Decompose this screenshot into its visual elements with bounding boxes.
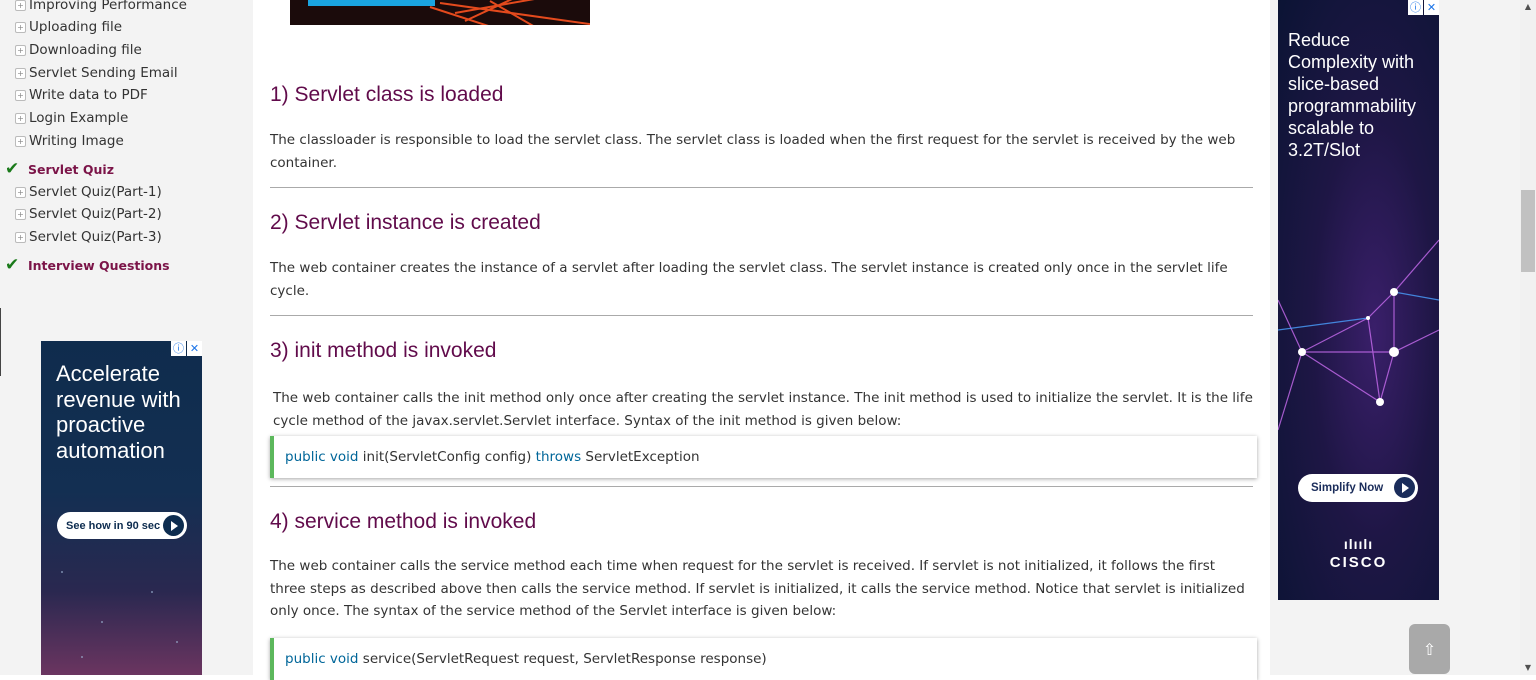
sidebar-heading-servlet-quiz[interactable]: ✔ Servlet Quiz xyxy=(5,160,114,178)
code-text: init(ServletConfig config) xyxy=(362,449,532,465)
sidebar-item-label: Downloading file xyxy=(29,42,142,58)
expand-icon: + xyxy=(15,135,26,147)
sidebar-item-label: Servlet Quiz(Part-3) xyxy=(29,229,162,245)
expand-icon: + xyxy=(15,112,26,124)
decor-dot xyxy=(176,641,178,643)
code-text: ServletException xyxy=(585,449,700,465)
decor-dot xyxy=(101,621,103,623)
left-ad-cta-label: See how in 90 sec xyxy=(66,519,161,532)
checkmark-icon: ✔ xyxy=(5,159,20,179)
section-body-instance-created: The web container creates the instance o… xyxy=(270,260,1228,299)
left-advertisement[interactable]: Accelerate revenue with proactive automa… xyxy=(41,341,202,675)
expand-icon: + xyxy=(15,67,26,79)
sidebar-item-servlet-sending-email[interactable]: + Servlet Sending Email xyxy=(15,64,178,82)
sidebar-item-improving-performance[interactable]: + Improving Performance xyxy=(15,0,187,14)
ad-choices[interactable]: ⓘ ✕ xyxy=(1408,0,1439,15)
ad-close-icon[interactable]: ✕ xyxy=(187,341,202,356)
main-content: 1) Servlet class is loaded The classload… xyxy=(253,0,1270,680)
arrow-up-icon: ⇧ xyxy=(1422,639,1437,659)
ad-choices[interactable]: ⓘ ✕ xyxy=(171,341,202,356)
code-text: service(ServletRequest request, ServletR… xyxy=(362,651,767,667)
decor-dot xyxy=(81,656,83,658)
expand-icon: + xyxy=(15,0,26,11)
ad-info-icon[interactable]: ⓘ xyxy=(171,341,186,356)
decor-dot xyxy=(151,591,153,593)
section-heading-instance-created: 2) Servlet instance is created xyxy=(270,211,541,234)
sidebar-item-label: Servlet Sending Email xyxy=(29,65,178,81)
left-ad-text: Accelerate revenue with proactive automa… xyxy=(56,361,181,463)
right-ad-text: Reduce Complexity with slice-based progr… xyxy=(1288,30,1417,160)
sidebar-item-quiz-part-1[interactable]: + Servlet Quiz(Part-1) xyxy=(15,183,162,201)
scrollbar-thumb[interactable] xyxy=(1521,190,1535,272)
code-keyword: void xyxy=(329,651,359,667)
code-block-service: public void service(ServletRequest reque… xyxy=(270,638,1257,680)
sidebar-item-label: Login Example xyxy=(29,110,129,126)
section-heading-class-loaded: 1) Servlet class is loaded xyxy=(270,83,504,106)
divider xyxy=(270,187,1253,188)
sidebar-item-quiz-part-3[interactable]: + Servlet Quiz(Part-3) xyxy=(15,228,162,246)
expand-icon: + xyxy=(15,208,26,220)
checkmark-icon: ✔ xyxy=(5,255,20,275)
sidebar-item-uploading-file[interactable]: + Uploading file xyxy=(15,18,122,36)
cisco-logo-text: CISCO xyxy=(1329,554,1388,571)
sidebar-item-label: Uploading file xyxy=(29,19,123,35)
right-ad-cta-button[interactable]: Simplify Now xyxy=(1298,474,1418,502)
section-body-service-invoked: The web container calls the service meth… xyxy=(270,558,1245,619)
divider xyxy=(270,315,1253,316)
expand-icon: + xyxy=(15,21,26,33)
sidebar-item-write-data-to-pdf[interactable]: + Write data to PDF xyxy=(15,86,148,104)
sidebar-heading-label: Interview Questions xyxy=(28,257,170,273)
code-keyword: public xyxy=(285,449,326,465)
banner-image[interactable] xyxy=(290,0,590,25)
sidebar-heading-label: Servlet Quiz xyxy=(28,161,114,177)
expand-icon: + xyxy=(15,44,26,56)
sidebar-item-downloading-file[interactable]: + Downloading file xyxy=(15,41,142,59)
code-keyword: void xyxy=(329,449,359,465)
sidebar-item-label: Servlet Quiz(Part-2) xyxy=(29,206,162,222)
section-body-class-loaded: The classloader is responsible to load t… xyxy=(270,132,1236,171)
divider xyxy=(270,486,1253,487)
sidebar-heading-interview-questions[interactable]: ✔ Interview Questions xyxy=(5,256,170,274)
sidebar-item-quiz-part-2[interactable]: + Servlet Quiz(Part-2) xyxy=(15,205,162,223)
scroll-to-top-button[interactable]: ⇧ xyxy=(1409,624,1450,674)
play-icon xyxy=(1394,477,1415,498)
sidebar-item-label: Writing Image xyxy=(29,133,124,149)
decor-dot xyxy=(61,571,63,573)
scroll-down-arrow-icon[interactable]: ▼ xyxy=(1520,661,1536,675)
sidebar-item-label: Improving Performance xyxy=(29,0,187,13)
left-ad-cta-button[interactable]: See how in 90 sec xyxy=(57,512,187,539)
right-ad-cta-label: Simplify Now xyxy=(1311,482,1384,494)
sidebar-item-label: Write data to PDF xyxy=(29,87,148,103)
banner-button[interactable] xyxy=(308,0,435,6)
code-keyword: public xyxy=(285,651,326,667)
play-icon xyxy=(163,515,184,536)
right-advertisement[interactable]: Reduce Complexity with slice-based progr… xyxy=(1278,0,1439,600)
sidebar-item-label: Servlet Quiz(Part-1) xyxy=(29,184,162,200)
sidebar-divider xyxy=(0,308,1,376)
code-keyword: throws xyxy=(535,449,582,465)
page-scrollbar[interactable] xyxy=(1520,0,1536,675)
sidebar-item-login-example[interactable]: + Login Example xyxy=(15,109,128,127)
cisco-logo-bars: ılıılı xyxy=(1343,536,1374,552)
sidebar-item-writing-image[interactable]: + Writing Image xyxy=(15,132,124,150)
section-body-init-invoked: The web container calls the init method … xyxy=(273,390,1253,429)
section-heading-service-invoked: 4) service method is invoked xyxy=(270,510,537,533)
ad-close-icon[interactable]: ✕ xyxy=(1424,0,1439,15)
expand-icon: + xyxy=(15,231,26,243)
expand-icon: + xyxy=(15,186,26,198)
ad-info-icon[interactable]: ⓘ xyxy=(1408,0,1423,15)
code-block-init: public void init(ServletConfig config) t… xyxy=(270,436,1257,478)
scroll-up-arrow-icon[interactable]: ▲ xyxy=(1520,0,1536,14)
section-heading-init-invoked: 3) init method is invoked xyxy=(270,339,497,362)
expand-icon: + xyxy=(15,89,26,101)
